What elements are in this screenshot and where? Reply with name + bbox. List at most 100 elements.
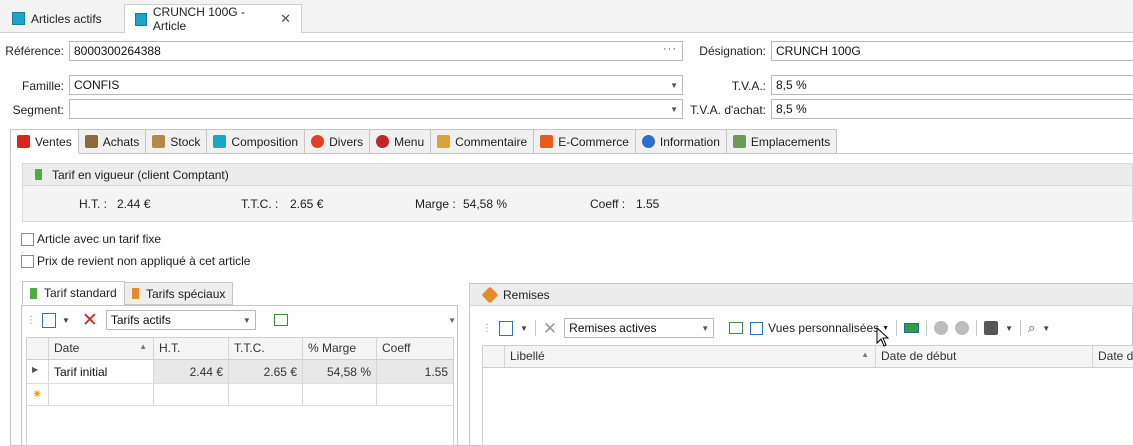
box-icon xyxy=(152,135,166,148)
money-icon[interactable] xyxy=(904,323,920,333)
tva-achat-label: T.V.A. d'achat: xyxy=(690,103,766,117)
column-header-marge[interactable]: % Marge xyxy=(303,338,377,359)
new-cell[interactable] xyxy=(377,384,453,405)
tab-label: Composition xyxy=(231,134,299,149)
table-row[interactable]: ▶ Tarif initial 2.44 € 2.65 € 54,58 % 1.… xyxy=(27,360,453,384)
designation-field[interactable]: CRUNCH 100G xyxy=(771,41,1133,61)
tab-label: Information xyxy=(659,134,720,149)
tab-ventes[interactable]: Ventes xyxy=(10,129,79,154)
move-up-icon[interactable] xyxy=(934,321,949,335)
mouse-cursor-icon xyxy=(876,327,889,347)
chevron-down-icon: ▼ xyxy=(701,324,710,333)
delete-icon[interactable]: ✕ xyxy=(543,320,557,337)
remises-title: Remises xyxy=(503,287,550,302)
tab-divers[interactable]: Divers xyxy=(305,129,371,154)
famille-label: Famille: xyxy=(21,79,64,93)
toolbar-separator xyxy=(1020,320,1021,336)
chevron-down-icon[interactable]: ▼ xyxy=(1042,324,1050,333)
chevron-down-icon: ▼ xyxy=(670,105,678,114)
cell-coeff[interactable]: 1.55 xyxy=(377,360,453,383)
row-indicator-icon: ▶ xyxy=(27,360,49,383)
checkbox-box[interactable] xyxy=(21,255,34,269)
doc-tab-articles-actifs[interactable]: Articles actifs xyxy=(2,4,112,33)
remises-header: Remises xyxy=(470,284,1133,306)
column-header-date-fin[interactable]: Date de xyxy=(1093,346,1133,367)
tarif-fixe-checkbox[interactable]: Article avec un tarif fixe xyxy=(21,232,161,247)
tab-commentaire[interactable]: Commentaire xyxy=(431,129,535,154)
save-icon[interactable] xyxy=(984,321,999,335)
tab-menu[interactable]: Menu xyxy=(370,129,432,154)
export-icon[interactable] xyxy=(273,314,288,326)
tva-achat-field[interactable]: 8,5 % xyxy=(771,99,1133,119)
export-icon[interactable] xyxy=(729,322,744,334)
new-row[interactable]: ✷ xyxy=(27,384,453,406)
new-cell[interactable] xyxy=(229,384,303,405)
vues-personnalisees-button[interactable]: Vues personnalisées ▼ xyxy=(750,321,889,335)
tarifs-filter-select[interactable]: Tarifs actifs ▼ xyxy=(105,310,256,330)
chevron-down-icon[interactable]: ▼ xyxy=(62,316,70,325)
cell-marge[interactable]: 54,58 % xyxy=(303,360,377,383)
tab-achats[interactable]: Achats xyxy=(78,129,147,154)
magento-icon xyxy=(540,135,554,148)
column-header-libelle[interactable]: Libellé ▲ xyxy=(505,346,876,367)
tab-stock[interactable]: Stock xyxy=(146,129,208,154)
famille-value: CONFIS xyxy=(74,78,120,92)
new-row-star-icon: ✷ xyxy=(27,384,49,405)
new-cell[interactable] xyxy=(49,384,154,405)
remises-filter-select[interactable]: Remises actives ▼ xyxy=(564,318,715,338)
tab-label: Tarif standard xyxy=(44,286,117,300)
column-header-date-debut[interactable]: Date de début xyxy=(876,346,1093,367)
tab-label: Commentaire xyxy=(455,134,528,149)
tab-label: Emplacements xyxy=(750,134,831,149)
new-document-icon[interactable] xyxy=(42,312,56,328)
article-tab-strip: Ventes Achats Stock Composition Divers M… xyxy=(10,129,838,154)
tab-label: Divers xyxy=(329,134,364,149)
ellipsis-icon[interactable]: ··· xyxy=(663,43,677,55)
column-header-coeff[interactable]: Coeff xyxy=(377,338,453,359)
filter-value: Remises actives xyxy=(569,321,657,335)
filter-value: Tarifs actifs xyxy=(110,313,171,327)
checkbox-box[interactable] xyxy=(21,233,34,247)
tab-tarifs-speciaux[interactable]: Tarifs spéciaux xyxy=(124,282,234,305)
chevron-down-icon[interactable]: ▼ xyxy=(1005,324,1013,333)
tab-emplacements[interactable]: Emplacements xyxy=(726,129,838,154)
segment-select[interactable]: ▼ xyxy=(69,99,683,119)
doc-tab-crunch-article[interactable]: CRUNCH 100G - Article ✕ xyxy=(124,4,302,33)
info-icon xyxy=(641,135,655,148)
tab-composition[interactable]: Composition xyxy=(207,129,306,154)
menu-icon xyxy=(376,135,390,148)
chevron-down-icon[interactable]: ▼ xyxy=(520,324,528,333)
price-tag-icon xyxy=(35,169,42,180)
tab-information[interactable]: Information xyxy=(635,129,727,154)
move-down-icon[interactable] xyxy=(955,321,970,335)
close-icon[interactable]: ✕ xyxy=(280,11,291,27)
cell-date[interactable]: Tarif initial xyxy=(49,360,154,383)
cell-ht[interactable]: 2.44 € xyxy=(154,360,229,383)
delete-icon[interactable]: ✕ xyxy=(82,311,98,330)
row-indicator-header xyxy=(483,346,505,367)
column-header-ht[interactable]: H.T. xyxy=(154,338,229,359)
column-header-ttc[interactable]: T.T.C. xyxy=(229,338,303,359)
reference-field[interactable]: 8000300264388 ··· xyxy=(69,41,683,61)
tva-field[interactable]: 8,5 % xyxy=(771,75,1133,95)
tab-tarif-standard[interactable]: Tarif standard xyxy=(22,281,125,305)
tarifs-toolbar: ⋮ ▼ ✕ Tarifs actifs ▼ ▼ xyxy=(26,309,456,331)
tarif-header-title: Tarif en vigueur (client Comptant) xyxy=(52,167,229,182)
reference-label: Référence: xyxy=(5,44,64,58)
marge-value: 54,58 % xyxy=(463,197,508,211)
search-icon[interactable]: ⌕ xyxy=(1028,320,1035,336)
prix-revient-checkbox[interactable]: Prix de revient non appliqué à cet artic… xyxy=(21,254,250,269)
new-cell[interactable] xyxy=(154,384,229,405)
cell-ttc[interactable]: 2.65 € xyxy=(229,360,303,383)
column-label: Libellé xyxy=(510,349,545,363)
new-document-icon[interactable] xyxy=(499,320,513,336)
tab-label: Ventes xyxy=(35,134,72,149)
tab-label: Achats xyxy=(102,134,140,149)
tab-label: Tarifs spéciaux xyxy=(146,286,226,301)
column-header-date[interactable]: Date ▲ xyxy=(49,338,154,359)
new-cell[interactable] xyxy=(303,384,377,405)
truck-icon xyxy=(84,135,98,148)
toolbar-overflow-icon[interactable]: ▼ xyxy=(448,316,456,325)
famille-select[interactable]: CONFIS ▼ xyxy=(69,75,683,95)
tab-ecommerce[interactable]: E-Commerce xyxy=(534,129,636,154)
